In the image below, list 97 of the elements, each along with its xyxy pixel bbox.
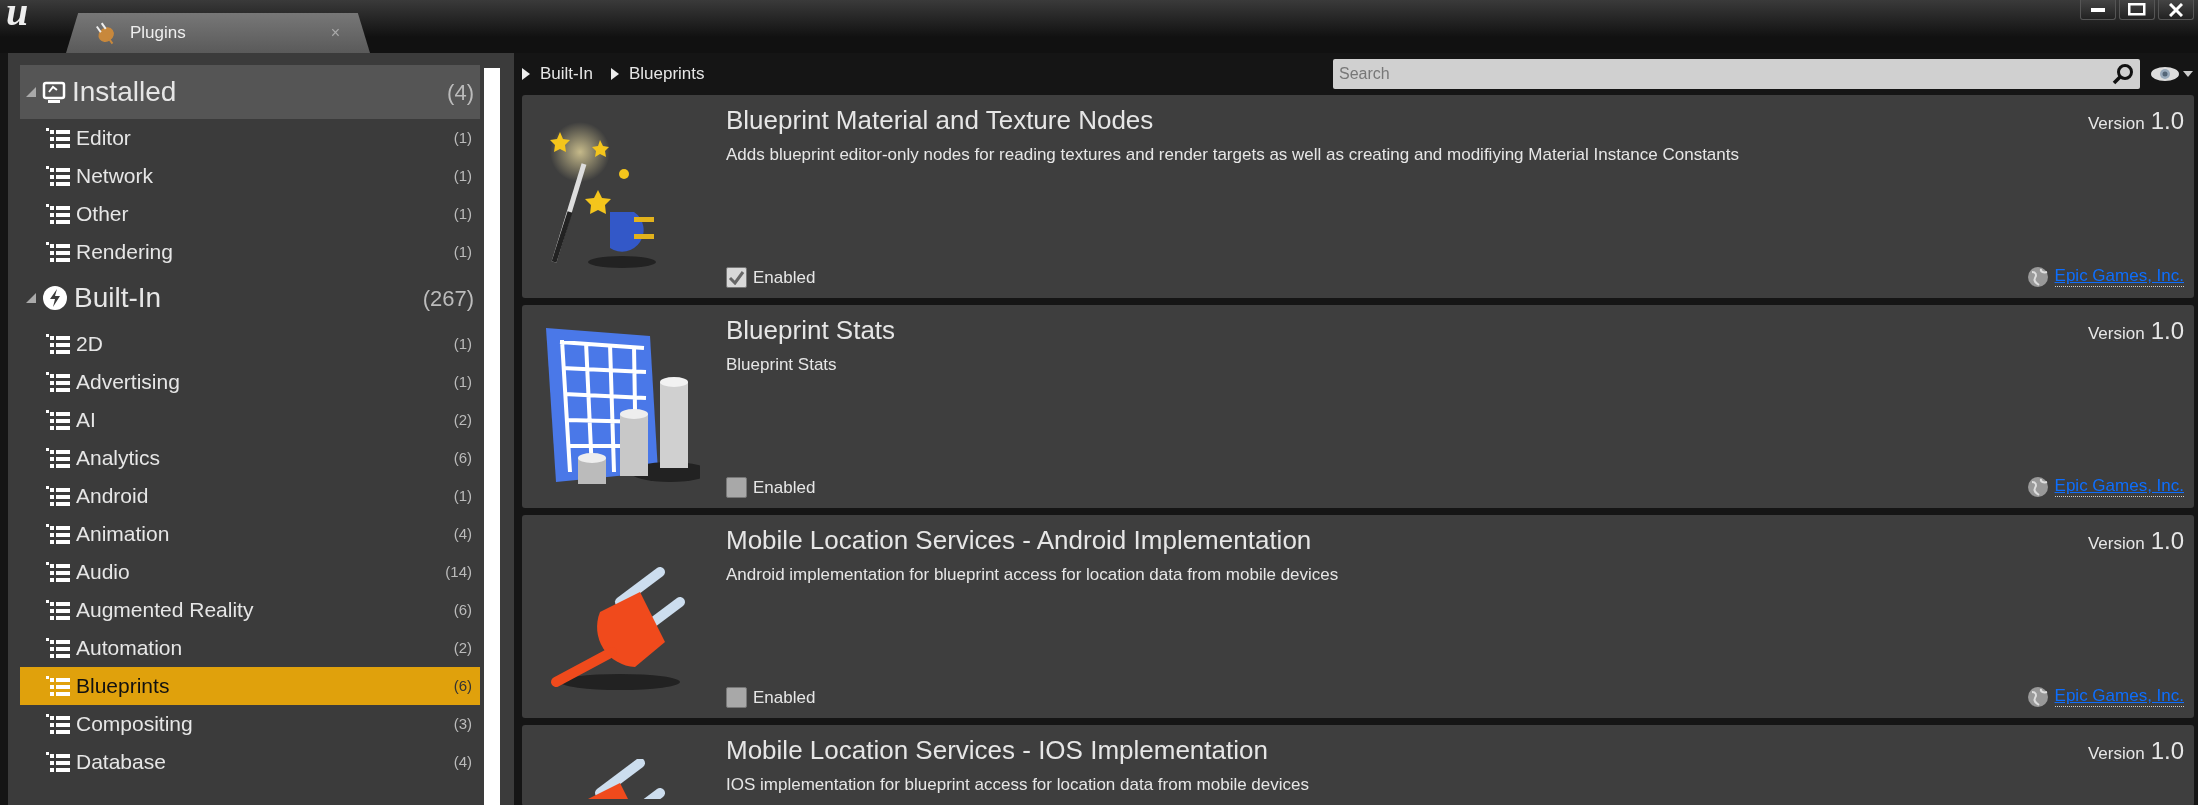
scrollbar[interactable] [484, 68, 500, 805]
item-count: (1) [453, 203, 472, 224]
plugin-title: Blueprint Stats [726, 314, 896, 347]
category-item[interactable]: Editor (1) [20, 119, 480, 157]
list-icon [46, 562, 70, 582]
list-icon [46, 752, 70, 772]
item-count: (6) [453, 675, 472, 696]
monitor-icon [42, 80, 66, 104]
list-icon [46, 676, 70, 696]
category-item[interactable]: Blueprints (6) [20, 667, 480, 705]
category-item[interactable]: Compositing (3) [20, 705, 480, 743]
item-count: (6) [453, 599, 472, 620]
list-icon [46, 334, 70, 354]
list-icon [46, 448, 70, 468]
minimize-icon [2091, 7, 2105, 12]
search-icon [2112, 63, 2134, 85]
close-icon [2169, 2, 2183, 17]
list-icon [46, 600, 70, 620]
category-item[interactable]: Animation (4) [20, 515, 480, 553]
item-count: (1) [453, 165, 472, 186]
close-button[interactable] [2158, 0, 2194, 20]
item-count: (2) [453, 637, 472, 658]
version-number: 1.0 [2150, 527, 2184, 554]
version-number: 1.0 [2150, 737, 2184, 764]
checkbox[interactable] [726, 266, 747, 288]
version-number: 1.0 [2150, 107, 2184, 134]
checkbox[interactable] [726, 476, 747, 498]
category-item[interactable]: 2D (1) [20, 325, 480, 363]
globe-icon [2026, 476, 2049, 499]
plugin-description: Adds blueprint editor-only nodes for reading textures and render targets as well as creating and modifiying Material Instance Constants [726, 144, 1740, 166]
tab[interactable]: Plugins × [66, 13, 370, 53]
checkbox-label: Enabled [753, 266, 816, 289]
plugin-description: IOS implementation for blueprint access for location data from mobile devices [726, 774, 1310, 796]
item-count: (267) [422, 284, 474, 313]
category-item[interactable]: Audio (14) [20, 553, 480, 591]
plugin-description: Blueprint Stats [726, 354, 838, 376]
globe-icon [2026, 686, 2049, 709]
item-count: (4) [453, 523, 472, 544]
maximize-icon [2128, 3, 2146, 16]
version-label: Version [2087, 114, 2145, 133]
list-icon [46, 242, 70, 262]
item-count: (2) [453, 409, 472, 430]
eye-dropdown-icon[interactable] [2150, 64, 2194, 84]
list-icon [46, 166, 70, 186]
list-icon [46, 128, 70, 148]
category-item[interactable]: Automation (2) [20, 629, 480, 667]
plugin-title: Mobile Location Services - Android Implementation [726, 524, 1312, 557]
bolt-circle-icon [42, 285, 68, 311]
list-icon [46, 638, 70, 658]
checkbox-label: Enabled [753, 476, 816, 499]
version-number: 1.0 [2150, 317, 2184, 344]
item-count: (1) [453, 371, 472, 392]
expand-arrow-icon[interactable] [26, 293, 36, 303]
category-item[interactable]: Analytics (6) [20, 439, 480, 477]
checkbox[interactable] [726, 686, 747, 708]
category-item[interactable]: AI (2) [20, 401, 480, 439]
plugin-title: Blueprint Material and Texture Nodes [726, 104, 1154, 137]
category-item[interactable]: Advertising (1) [20, 363, 480, 401]
item-count: (1) [453, 485, 472, 506]
item-count: (14) [445, 561, 472, 582]
item-count: (1) [453, 333, 472, 354]
globe-icon [2026, 266, 2049, 289]
maximize-button[interactable] [2119, 0, 2155, 20]
breadcrumb-link[interactable]: Blueprints [628, 61, 705, 87]
category-item[interactable]: Android (1) [20, 477, 480, 515]
item-count: (1) [453, 127, 472, 148]
arrow-right-icon [522, 68, 530, 80]
sidebar-section[interactable]: Built-In (267) [20, 271, 480, 325]
plugin-description: Android implementation for blueprint access for location data from mobile devices [726, 564, 1340, 586]
item-count: (1) [453, 241, 472, 262]
sidebar-section[interactable]: Installed (4) [20, 65, 480, 119]
list-icon [46, 486, 70, 506]
category-item[interactable]: Database (4) [20, 743, 480, 781]
app-logo: u [6, 0, 29, 32]
item-count: (4) [453, 751, 472, 772]
checkbox-label: Enabled [753, 686, 816, 709]
item-count: (3) [453, 713, 472, 734]
category-item[interactable]: Network (1) [20, 157, 480, 195]
list-icon [46, 204, 70, 224]
version-label: Version [2087, 744, 2145, 763]
list-icon [46, 372, 70, 392]
version-label: Version [2087, 324, 2145, 343]
category-item[interactable]: Other (1) [20, 195, 480, 233]
item-count: (4) [447, 78, 474, 107]
list-icon [46, 524, 70, 544]
item-count: (6) [453, 447, 472, 468]
list-icon [46, 714, 70, 734]
category-item[interactable]: Augmented Reality (6) [20, 591, 480, 629]
version-label: Version [2087, 534, 2145, 553]
minimize-button[interactable] [2080, 0, 2116, 20]
list-icon [46, 410, 70, 430]
category-item[interactable]: Rendering (1) [20, 233, 480, 271]
arrow-right-icon [610, 68, 619, 80]
plugin-title: Mobile Location Services - IOS Implementation [726, 734, 1268, 767]
search-field[interactable]: Search [1333, 59, 2140, 89]
expand-arrow-icon[interactable] [26, 87, 36, 97]
breadcrumb-link[interactable]: Built-In [540, 61, 593, 87]
